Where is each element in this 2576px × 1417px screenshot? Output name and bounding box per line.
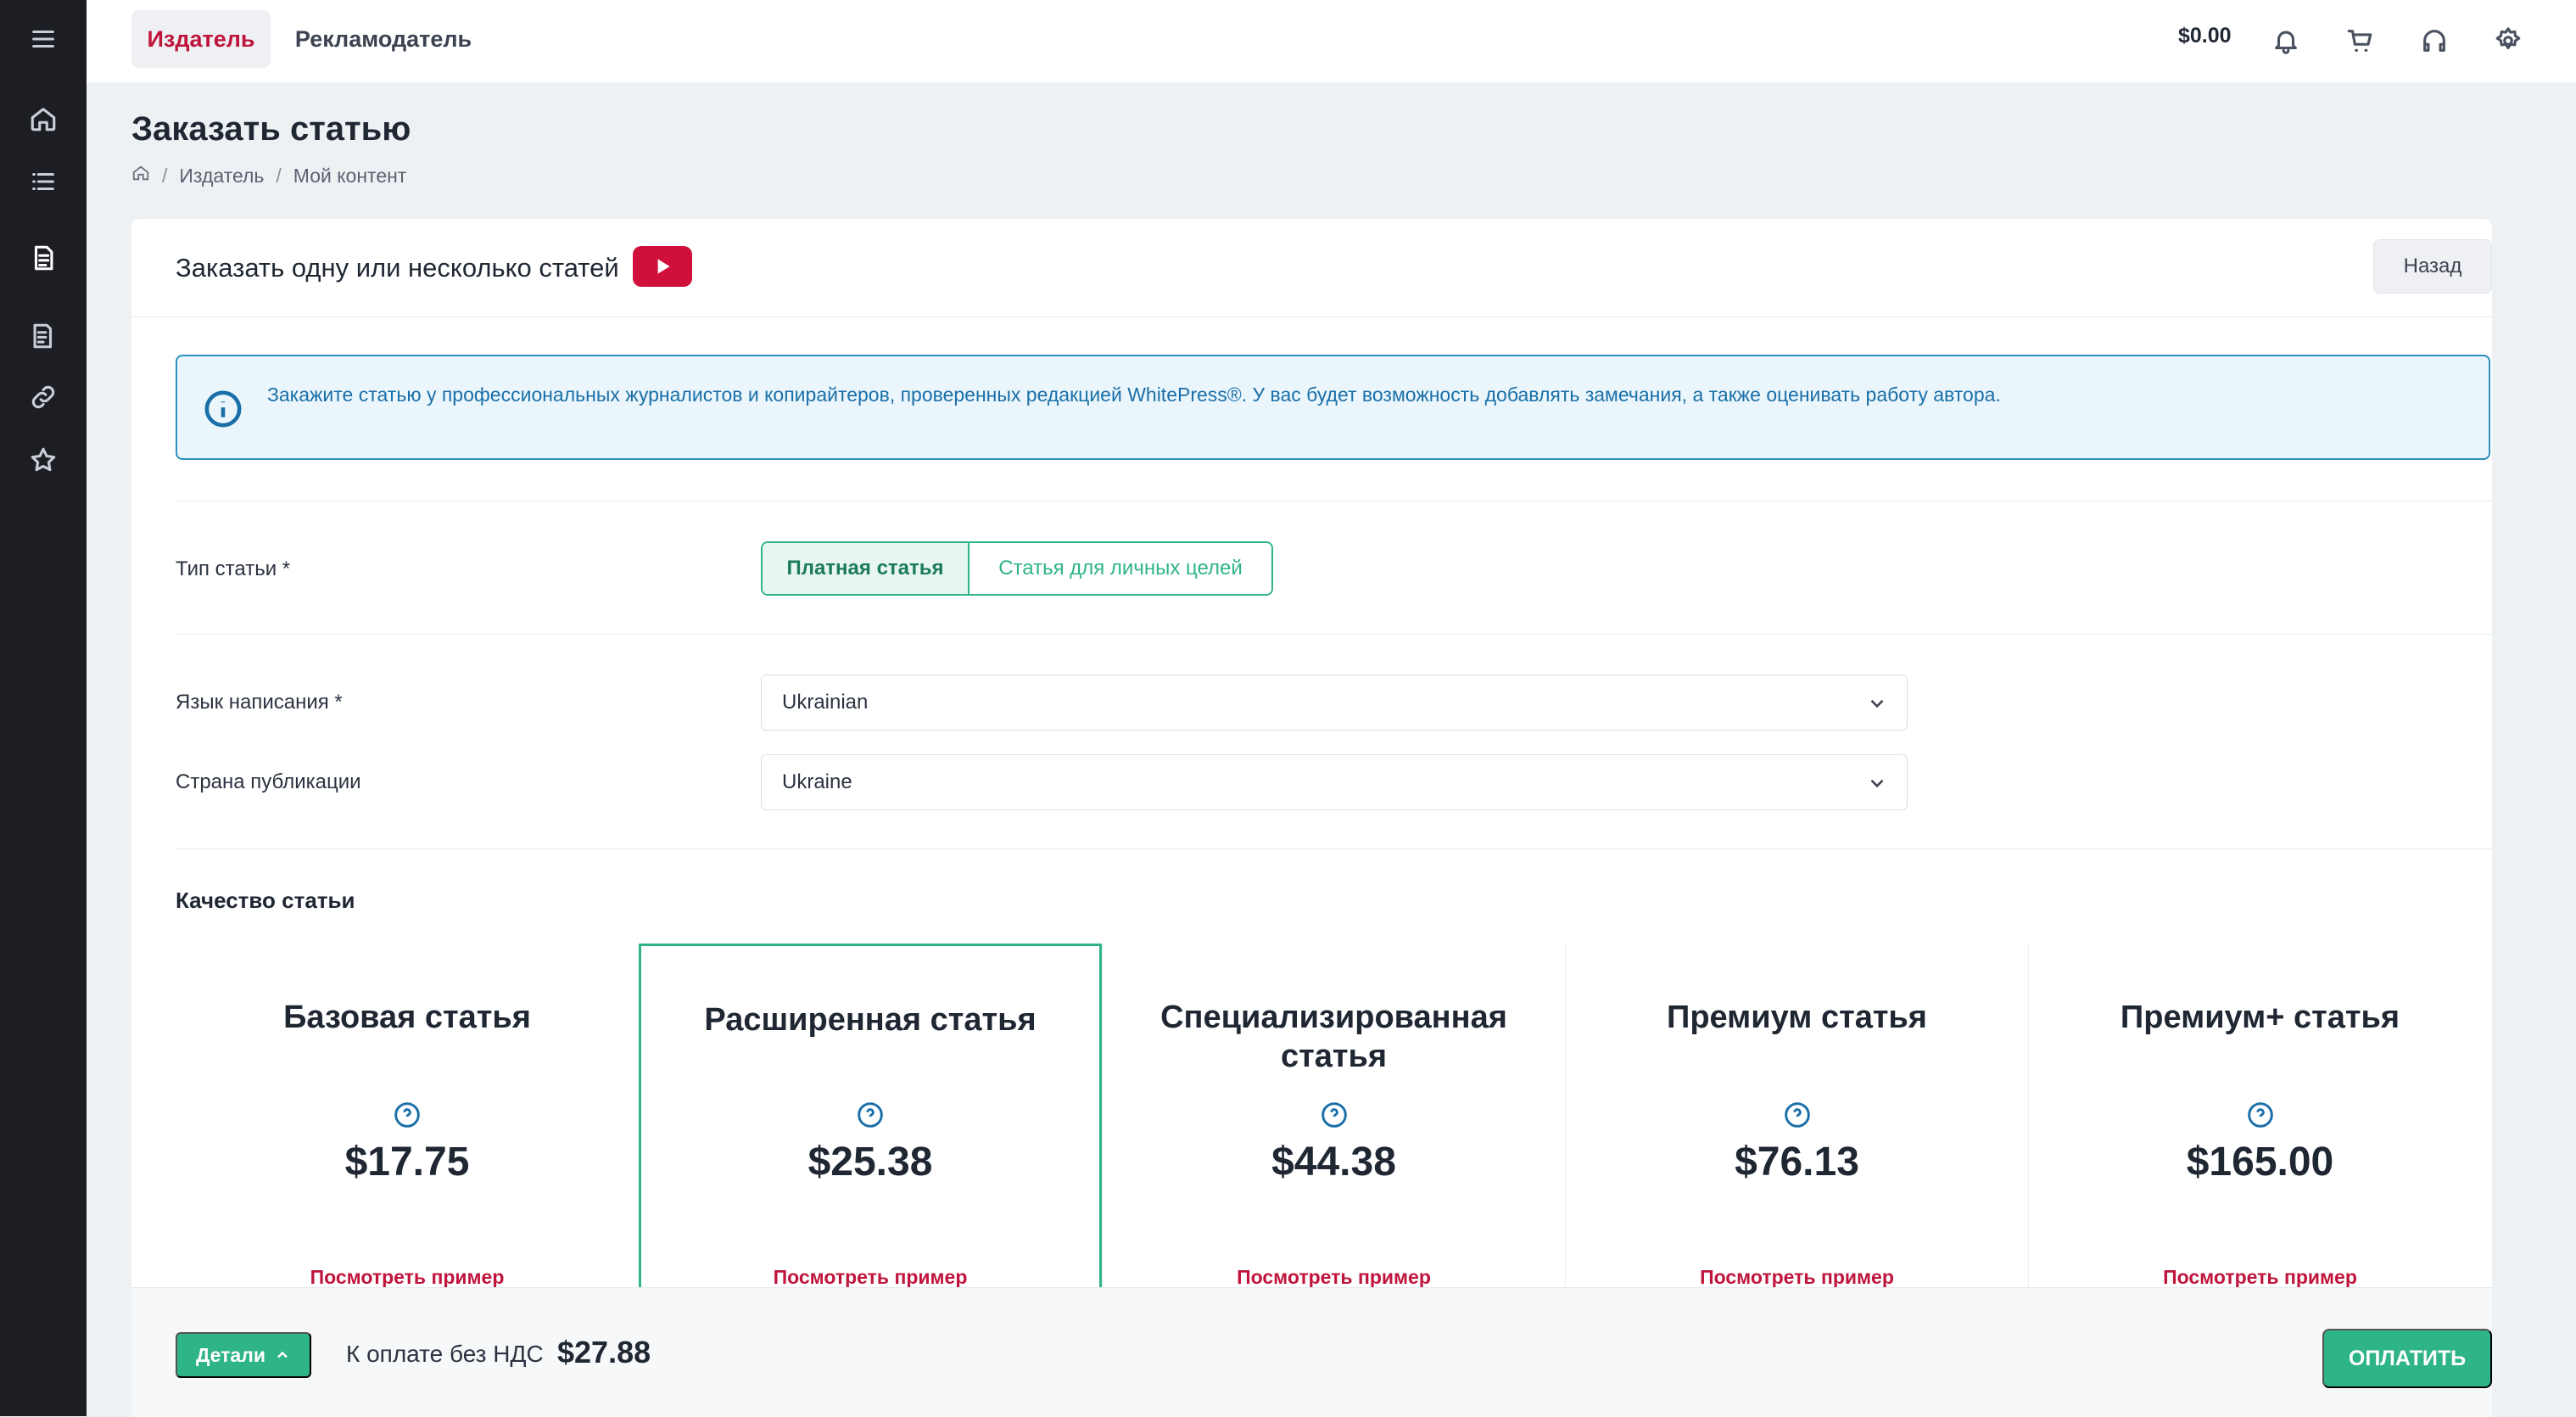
pay-button[interactable]: ОПЛАТИТЬ	[2322, 1329, 2492, 1388]
divider	[176, 634, 2492, 635]
help-icon[interactable]	[394, 1101, 421, 1129]
help-icon[interactable]	[1321, 1101, 1348, 1129]
breadcrumb: / Издатель / Мой контент	[131, 164, 406, 188]
list-icon[interactable]	[23, 161, 64, 202]
payment-bar: Детали К оплате без НДС $27.88 ОПЛАТИТЬ	[131, 1287, 2492, 1417]
help-icon[interactable]	[2247, 1101, 2274, 1129]
help-icon[interactable]	[1784, 1101, 1811, 1129]
document-icon[interactable]	[23, 238, 64, 278]
language-label: Язык написания *	[176, 691, 343, 714]
home-icon[interactable]	[23, 98, 64, 139]
tier-premium-plus-body: $165.00 Посмотреть пример	[2028, 944, 2491, 1300]
quality-title: Качество статьи	[176, 888, 355, 913]
view-example-link[interactable]: Посмотреть пример	[176, 1266, 639, 1289]
chevron-down-icon	[1870, 699, 1884, 708]
breadcrumb-item-publisher[interactable]: Издатель	[179, 165, 264, 188]
tab-publisher[interactable]: Издатель	[131, 10, 271, 68]
breadcrumb-item-my-content[interactable]: Мой контент	[293, 165, 407, 188]
view-example-link[interactable]: Посмотреть пример	[641, 1266, 1099, 1289]
article-type-label: Тип статьи *	[176, 557, 291, 580]
sidebar	[0, 0, 87, 1416]
breadcrumb-separator: /	[162, 164, 168, 187]
link-icon[interactable]	[23, 377, 64, 417]
language-select[interactable]: Ukrainian	[761, 675, 1908, 731]
youtube-icon[interactable]	[633, 246, 692, 287]
invoice-icon[interactable]	[23, 316, 64, 356]
country-select[interactable]: Ukraine	[761, 754, 1908, 810]
balance[interactable]: $0.00	[2178, 24, 2232, 48]
page-title: Заказать статью	[131, 110, 411, 148]
paid-article-option[interactable]: Платная статья	[763, 543, 969, 594]
card-title: Заказать одну или несколько статей	[176, 253, 619, 283]
tier-body: $17.75 Посмотреть пример $25.38 Посмотре…	[176, 944, 2492, 1300]
tier-price: $76.13	[1735, 1140, 1859, 1185]
card-header: Заказать одну или несколько статей Назад	[131, 219, 2492, 317]
breadcrumb-separator: /	[276, 164, 282, 187]
pay-label: К оплате без НДС	[346, 1341, 544, 1367]
info-text: Закажите статью у профессиональных журна…	[267, 384, 2001, 406]
country-label: Страна публикации	[176, 770, 361, 793]
details-button[interactable]: Детали	[176, 1332, 311, 1378]
pay-amount: $27.88	[557, 1335, 651, 1369]
headphones-icon[interactable]	[2414, 20, 2455, 61]
view-example-link[interactable]: Посмотреть пример	[1103, 1266, 1565, 1289]
top-bar: Издатель Рекламодатель $0.00	[87, 0, 2576, 82]
help-icon[interactable]	[857, 1101, 884, 1129]
tab-advertiser[interactable]: Рекламодатель	[287, 10, 480, 68]
chevron-up-icon	[277, 1351, 288, 1358]
home-icon[interactable]	[131, 164, 150, 188]
article-type-toggle: Платная статья Статья для личных целей	[761, 541, 1273, 596]
back-button[interactable]: Назад	[2373, 239, 2492, 294]
personal-article-option[interactable]: Статья для личных целей	[969, 543, 1271, 594]
tier-specialized-body: $44.38 Посмотреть пример	[1102, 944, 1565, 1300]
info-icon	[203, 389, 243, 429]
info-box: Закажите статью у профессиональных журна…	[176, 355, 2490, 460]
cart-icon[interactable]	[2339, 20, 2380, 61]
tier-price: $25.38	[807, 1140, 933, 1185]
tier-basic-body: $17.75 Посмотреть пример	[176, 944, 639, 1300]
tier-extended-body: $25.38 Посмотреть пример	[639, 944, 1102, 1289]
tier-premium-body: $76.13 Посмотреть пример	[1565, 944, 2028, 1300]
menu-icon[interactable]	[23, 19, 64, 59]
tier-price: $165.00	[2186, 1140, 2334, 1185]
gear-icon[interactable]	[2488, 20, 2529, 61]
view-example-link[interactable]: Посмотреть пример	[2029, 1266, 2491, 1289]
view-example-link[interactable]: Посмотреть пример	[1566, 1266, 2028, 1289]
language-value: Ukrainian	[782, 691, 869, 714]
details-label: Детали	[196, 1343, 265, 1366]
tier-price: $17.75	[344, 1140, 470, 1185]
star-icon[interactable]	[23, 440, 64, 480]
country-value: Ukraine	[782, 770, 852, 793]
chevron-down-icon	[1870, 779, 1884, 788]
bell-icon[interactable]	[2266, 20, 2306, 61]
tier-price: $44.38	[1271, 1140, 1396, 1185]
